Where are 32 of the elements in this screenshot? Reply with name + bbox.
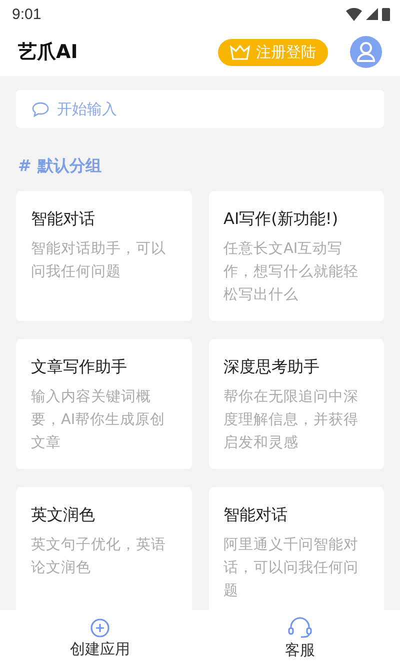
add-circle-icon [90,618,110,638]
search-field[interactable]: 开始输入 [16,90,384,128]
battery-icon [382,7,390,21]
hash-mark: # [18,156,32,177]
status-time: 9:01 [12,6,42,22]
nav-item[interactable]: 创建应用 [0,610,200,667]
app-card[interactable]: AI写作(新功能!) 任意长文AI互动写作，想写什么就能轻松写出什么 [208,191,384,321]
app-card[interactable]: 智能对话 阿里通义千问智能对话，可以问我任何问题 [208,487,384,610]
avatar-icon[interactable] [350,36,382,68]
signal-icon [366,8,378,20]
app-card[interactable]: 深度思考助手 帮你在无限追问中深度理解信息，并获得启发和灵感 [208,339,384,469]
card-description: 输入内容关键词概要，AI帮你生成原创文章 [31,388,166,453]
app-card[interactable]: 智能对话 智能对话助手，可以问我任何问题 [16,191,192,321]
app-card[interactable]: 英文润色 英文句子优化，英语论文润色 [16,487,192,610]
card-title: 英文润色 [31,505,96,526]
app-card[interactable]: 文章写作助手 输入内容关键词概要，AI帮你生成原创文章 [16,339,192,469]
card-description: 智能对话助手，可以问我任何问题 [31,240,167,282]
card-description: 任意长文AI互动写作，想写什么就能轻松写出什么 [224,240,360,305]
nav-item[interactable]: 客服 [200,610,400,667]
card-title: 深度思考助手 [224,357,320,378]
wifi-icon [346,8,362,20]
crown-icon [230,44,250,60]
app-title: 艺爪AI [18,40,79,65]
card-title: 智能对话 [224,505,288,526]
headset-icon [287,617,313,639]
card-description: 英文句子优化，英语论文润色 [31,536,167,578]
card-title: 文章写作助手 [31,357,128,378]
card-description: 帮你在无限追问中深度理解信息，并获得启发和灵感 [224,388,360,453]
section-title: 默认分组 [37,156,102,177]
card-title: 智能对话 [31,209,96,230]
card-title: AI写作(新功能!) [224,209,340,230]
card-description: 阿里通义千问智能对话，可以问我任何问题 [224,536,360,601]
